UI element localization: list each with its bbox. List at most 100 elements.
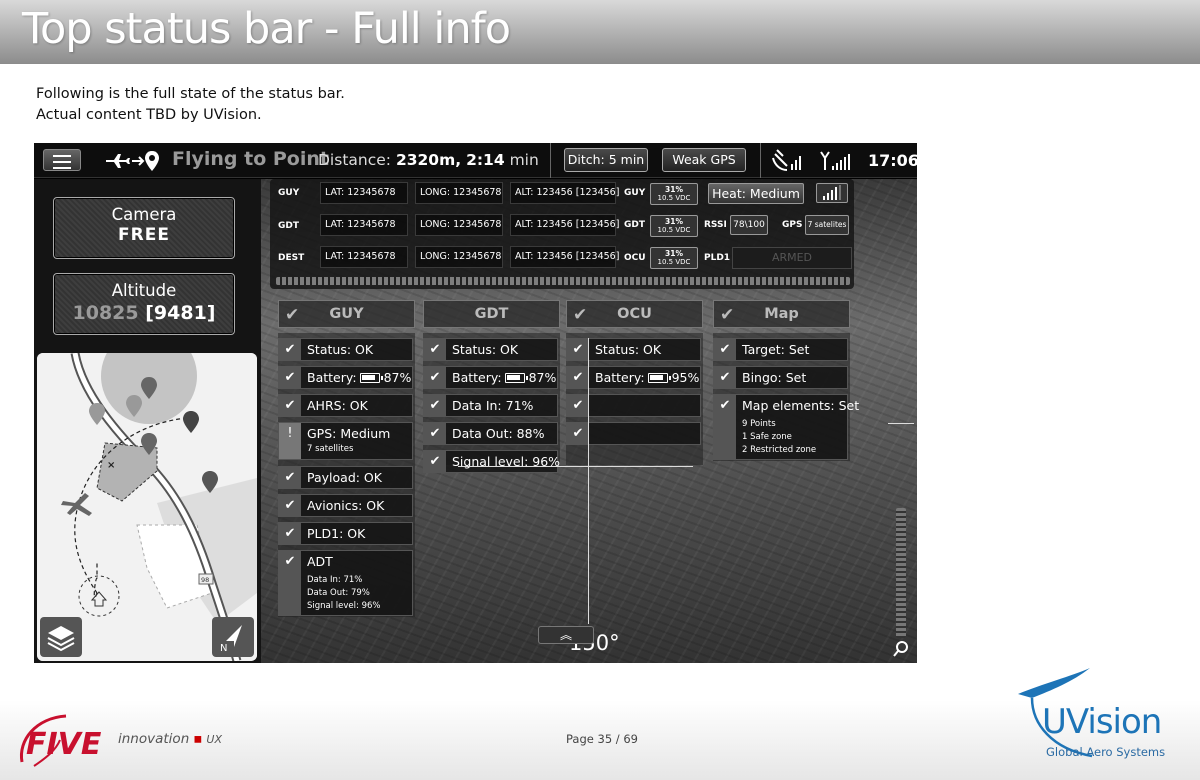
row-label-guy: GUY xyxy=(278,188,300,198)
check-icon: ✔ xyxy=(424,451,446,473)
mission-status: Flying to Point xyxy=(172,148,329,170)
volt-v: 10.5 VDC xyxy=(657,194,691,202)
unit-label-gdt: GDT xyxy=(624,220,645,230)
divider xyxy=(550,143,551,178)
volt-v: 10.5 VDC xyxy=(657,226,691,234)
ocu-battery-item[interactable]: ✔ Battery: 95% xyxy=(566,366,701,389)
check-icon: ✔ xyxy=(424,367,446,389)
collapse-panel-button[interactable]: ︽ xyxy=(538,626,594,644)
tab-ocu[interactable]: ✔ OCU xyxy=(566,300,703,328)
heat-button[interactable]: Heat: Medium xyxy=(708,183,804,204)
crosshair-horizontal xyxy=(458,466,693,467)
tab-map[interactable]: ✔ Map xyxy=(713,300,850,328)
tagline-text: innovation xyxy=(118,731,190,747)
zoom-search-icon[interactable] xyxy=(892,640,910,658)
ocu-empty-item[interactable]: ✔ xyxy=(566,422,701,445)
guy-battery-item[interactable]: ✔ Battery: 87% xyxy=(278,366,413,389)
time-value: 2:14 xyxy=(466,151,505,169)
left-panel: Camera FREE Altitude 10825 [9481] × 98 N xyxy=(34,179,261,663)
gps-label: GPS xyxy=(782,220,803,230)
map-target-item[interactable]: ✔ Target: Set xyxy=(713,338,848,361)
volt-pct: 31% xyxy=(665,217,683,226)
check-icon: ✔ xyxy=(424,339,446,361)
gdt-data-in-item[interactable]: ✔ Data In: 71% xyxy=(423,394,558,417)
map-elements-item[interactable]: ✔ Map elements: Set 9 Points 1 Safe zone 2 R… xyxy=(713,394,859,460)
zoom-slider[interactable] xyxy=(896,508,906,638)
altitude-button[interactable]: Altitude 10825 [9481] xyxy=(53,273,235,335)
guy-lat: LAT: 12345678 xyxy=(320,182,408,204)
check-icon: ✔ xyxy=(714,367,736,389)
ditch-button[interactable]: Ditch: 5 min xyxy=(564,148,648,172)
rssi-value[interactable]: 78\100 xyxy=(730,215,768,235)
guy-ahrs-item[interactable]: ✔ AHRS: OK xyxy=(278,394,413,417)
intro-text: Following is the full state of the statu… xyxy=(36,84,345,126)
tagline-ux: UX xyxy=(206,733,222,746)
guy-adt-item[interactable]: ✔ ADT Data In: 71% Data Out: 79% Signal leve… xyxy=(278,550,413,616)
camera-title: Camera xyxy=(111,205,177,224)
tab-gdt[interactable]: GDT xyxy=(423,300,560,328)
weak-gps-button[interactable]: Weak GPS xyxy=(662,148,746,172)
road-sign-number: 98 xyxy=(201,576,209,584)
item-label: Status: OK xyxy=(307,342,374,357)
unit-label-ocu: OCU xyxy=(624,253,646,263)
battery-value: 95% xyxy=(671,370,700,385)
battery-label: Battery: xyxy=(307,370,357,385)
item-label: Data In: 71% xyxy=(452,398,534,413)
guy-avionics-item[interactable]: ✔ Avionics: OK xyxy=(278,494,413,517)
battery-icon xyxy=(647,373,671,383)
signal-bars-icon xyxy=(823,185,841,200)
item-label: Target: Set xyxy=(742,342,810,357)
item-label: GPS: Medium xyxy=(307,426,391,441)
compass-button[interactable]: N xyxy=(212,617,254,657)
item-label: Data Out: 88% xyxy=(452,426,545,441)
guy-status-item[interactable]: ✔ Status: OK xyxy=(278,338,413,361)
item-label: PLD1: OK xyxy=(307,526,366,541)
item-label: Status: OK xyxy=(452,342,519,357)
tab-label: GUY xyxy=(329,306,364,322)
check-icon: ✔ xyxy=(714,339,736,361)
battery-label: Battery: xyxy=(452,370,502,385)
link-signal-button[interactable] xyxy=(816,183,848,203)
gdt-signal-item[interactable]: ✔ Signal level: 96% xyxy=(423,450,560,473)
guy-gps-item[interactable]: ! GPS: Medium 7 satellites xyxy=(278,422,413,460)
gdt-data-out-item[interactable]: ✔ Data Out: 88% xyxy=(423,422,558,445)
menu-line xyxy=(53,167,71,169)
mini-map[interactable]: × 98 N xyxy=(37,353,257,661)
battery-value: 87% xyxy=(528,370,557,385)
ocu-status-item[interactable]: ✔ Status: OK xyxy=(566,338,701,361)
check-icon: ✔ xyxy=(424,423,446,445)
gdt-battery-item[interactable]: ✔ Battery: 87% xyxy=(423,366,558,389)
map-canvas[interactable]: × 98 xyxy=(37,353,257,661)
gdt-status-item[interactable]: ✔ Status: OK xyxy=(423,338,558,361)
page-number: Page 35 / 69 xyxy=(566,732,638,746)
hamburger-menu-button[interactable] xyxy=(43,149,81,171)
check-icon: ✔ xyxy=(279,495,301,517)
camera-button[interactable]: Camera FREE xyxy=(53,197,235,259)
altitude-readout: 10825 [9481] xyxy=(54,302,234,324)
device-screen: Flying to Point Distance: 2320m, 2:14 mi… xyxy=(34,143,917,663)
layers-button[interactable] xyxy=(40,617,82,657)
gps-satellites-value[interactable]: 7 satelites xyxy=(805,215,849,235)
map-bingo-item[interactable]: ✔ Bingo: Set xyxy=(713,366,848,389)
guy-pld1-item[interactable]: ✔ PLD1: OK xyxy=(278,522,413,545)
panel-drag-handle[interactable] xyxy=(276,277,850,285)
item-label: Battery: 87% xyxy=(452,370,556,385)
check-icon: ✔ xyxy=(424,395,446,417)
distance-readout: Distance: 2320m, 2:14 min xyxy=(318,151,539,169)
gdt-voltage-indicator: 31% 10.5 VDC xyxy=(650,215,698,237)
tab-guy[interactable]: ✔ GUY xyxy=(278,300,415,328)
guy-payload-item[interactable]: ✔ Payload: OK xyxy=(278,466,413,489)
satellite-dish-icon xyxy=(772,149,801,171)
armed-button[interactable]: ARMED xyxy=(732,247,852,269)
item-label: Battery: 87% xyxy=(307,370,411,385)
item-sublabel: 9 Points xyxy=(742,419,776,429)
tab-label: GDT xyxy=(474,306,509,322)
five-logo: FIVE xyxy=(19,714,102,767)
camera-state: FREE xyxy=(118,225,170,245)
uvision-subtitle: Global Aero Systems xyxy=(1046,745,1166,759)
check-icon: ✔ xyxy=(279,523,301,545)
warning-icon: ! xyxy=(279,423,301,459)
ocu-voltage-indicator: 31% 10.5 VDC xyxy=(650,247,698,269)
ocu-empty-item[interactable]: ✔ xyxy=(566,394,701,417)
fly-to-point-icon xyxy=(106,151,159,171)
